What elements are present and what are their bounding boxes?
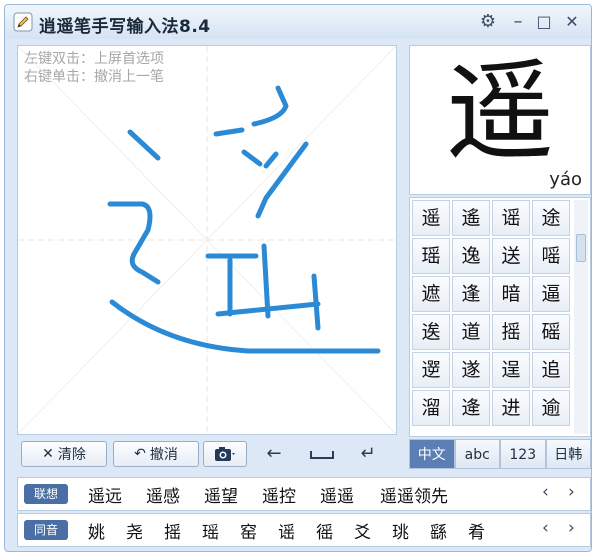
candidate-cell[interactable]: 进 [492, 390, 530, 426]
association-badge: 联想 [24, 484, 68, 504]
candidate-cell[interactable]: 嗂 [532, 238, 570, 274]
candidate-scrollbar[interactable] [574, 200, 588, 434]
input-mode-tabs: 中文 abc 123 日韩 [409, 439, 591, 469]
association-item[interactable]: 遥遥领先 [380, 482, 448, 507]
settings-gear-icon[interactable]: ⚙ [477, 11, 499, 33]
candidate-cell[interactable]: 途 [532, 200, 570, 236]
candidate-cell[interactable]: 逘 [412, 314, 450, 350]
candidate-cell[interactable]: 逢 [452, 276, 490, 312]
left-arrow-icon[interactable]: ← [259, 443, 289, 465]
association-row: 联想 遥远 遥感 遥望 遥控 遥遥 遥遥领先 ‹ › [17, 477, 591, 511]
maximize-button[interactable]: □ [533, 11, 555, 33]
candidate-cell[interactable]: 遙 [452, 200, 490, 236]
candidate-cell[interactable]: 道 [452, 314, 490, 350]
close-button[interactable]: ✕ [561, 11, 583, 33]
ime-window: 逍遥笔手写输入法8.4 ⚙ – □ ✕ 左键双击：上屏首选项 右键单击：撤消上一… [4, 4, 592, 552]
canvas-toolbar: ✕ 清除 ↶ 撤消 ← ↵ [17, 437, 397, 471]
title-bar: 逍遥笔手写输入法8.4 ⚙ – □ ✕ [5, 5, 591, 39]
preview-pinyin: yáo [549, 169, 582, 190]
window-title: 逍遥笔手写输入法8.4 [39, 17, 211, 37]
homophone-next-icon[interactable]: › [568, 518, 575, 538]
homophone-item[interactable]: 瑶 [202, 518, 219, 543]
mode-tab-chinese[interactable]: 中文 [409, 439, 455, 469]
association-item[interactable]: 遥感 [146, 482, 180, 507]
preview-character: 遥 [445, 50, 554, 175]
candidate-cell[interactable]: 逞 [492, 352, 530, 388]
candidate-cell[interactable]: 追 [532, 352, 570, 388]
mode-tab-japanese-korean[interactable]: 日韩 [545, 439, 591, 469]
scrollbar-thumb[interactable] [576, 234, 586, 262]
candidate-cell[interactable]: 暗 [492, 276, 530, 312]
homophone-item[interactable]: 尧 [126, 518, 143, 543]
association-item[interactable]: 遥控 [262, 482, 296, 507]
mode-tab-abc[interactable]: abc [454, 439, 500, 469]
candidate-cell[interactable]: 谣 [492, 200, 530, 236]
candidate-cell[interactable]: 遂 [452, 352, 490, 388]
candidate-cell[interactable]: 送 [492, 238, 530, 274]
homophone-item[interactable]: 徭 [316, 518, 333, 543]
homophone-prev-icon[interactable]: ‹ [542, 518, 549, 538]
homophone-item[interactable]: 珧 [392, 518, 409, 543]
homophone-item[interactable]: 摇 [164, 518, 181, 543]
homophone-row: 同音 姚 尧 摇 瑶 窑 谣 徭 爻 珧 繇 肴 ‹ › [17, 513, 591, 547]
handwritten-strokes [107, 85, 381, 354]
homophone-item[interactable]: 姚 [88, 518, 105, 543]
handwriting-canvas[interactable]: 左键双击：上屏首选项 右键单击：撤消上一笔 [17, 45, 397, 435]
candidate-cell[interactable]: 逄 [452, 390, 490, 426]
candidate-grid: 遥 遙 谣 途 瑶 逸 送 嗂 遮 逢 暗 逼 逘 道 摇 磘 遻 遂 逞 追 … [409, 197, 591, 437]
undo-arrow-icon: ↶ [134, 446, 146, 462]
candidate-cell[interactable]: 磘 [532, 314, 570, 350]
undo-button[interactable]: ↶ 撤消 [113, 441, 199, 467]
mode-tab-123[interactable]: 123 [500, 439, 546, 469]
association-item[interactable]: 遥望 [204, 482, 238, 507]
homophone-item[interactable]: 肴 [468, 518, 485, 543]
minimize-button[interactable]: – [507, 11, 529, 33]
association-prev-icon[interactable]: ‹ [542, 482, 549, 502]
homophone-badge: 同音 [24, 520, 68, 540]
homophone-item[interactable]: 繇 [430, 518, 447, 543]
association-item[interactable]: 遥远 [88, 482, 122, 507]
recognized-preview: 遥 yáo [409, 45, 591, 195]
candidate-cell[interactable]: 遻 [412, 352, 450, 388]
candidate-cell[interactable]: 溜 [412, 390, 450, 426]
enter-icon[interactable]: ↵ [353, 443, 383, 465]
pen-icon [13, 12, 33, 32]
candidate-cell[interactable]: 逼 [532, 276, 570, 312]
clear-button[interactable]: ✕ 清除 [21, 441, 107, 467]
homophone-item[interactable]: 爻 [354, 518, 371, 543]
candidate-cell[interactable]: 遮 [412, 276, 450, 312]
x-icon: ✕ [42, 446, 54, 462]
candidate-cell[interactable]: 瑶 [412, 238, 450, 274]
camera-button[interactable] [203, 441, 247, 467]
candidate-cell[interactable]: 遥 [412, 200, 450, 236]
candidate-cell[interactable]: 摇 [492, 314, 530, 350]
candidate-cell[interactable]: 逾 [532, 390, 570, 426]
association-next-icon[interactable]: › [568, 482, 575, 502]
space-icon[interactable] [309, 447, 335, 461]
candidate-cell[interactable]: 逸 [452, 238, 490, 274]
homophone-item[interactable]: 谣 [278, 518, 295, 543]
camera-icon [215, 447, 235, 461]
association-item[interactable]: 遥遥 [320, 482, 354, 507]
homophone-item[interactable]: 窑 [240, 518, 257, 543]
